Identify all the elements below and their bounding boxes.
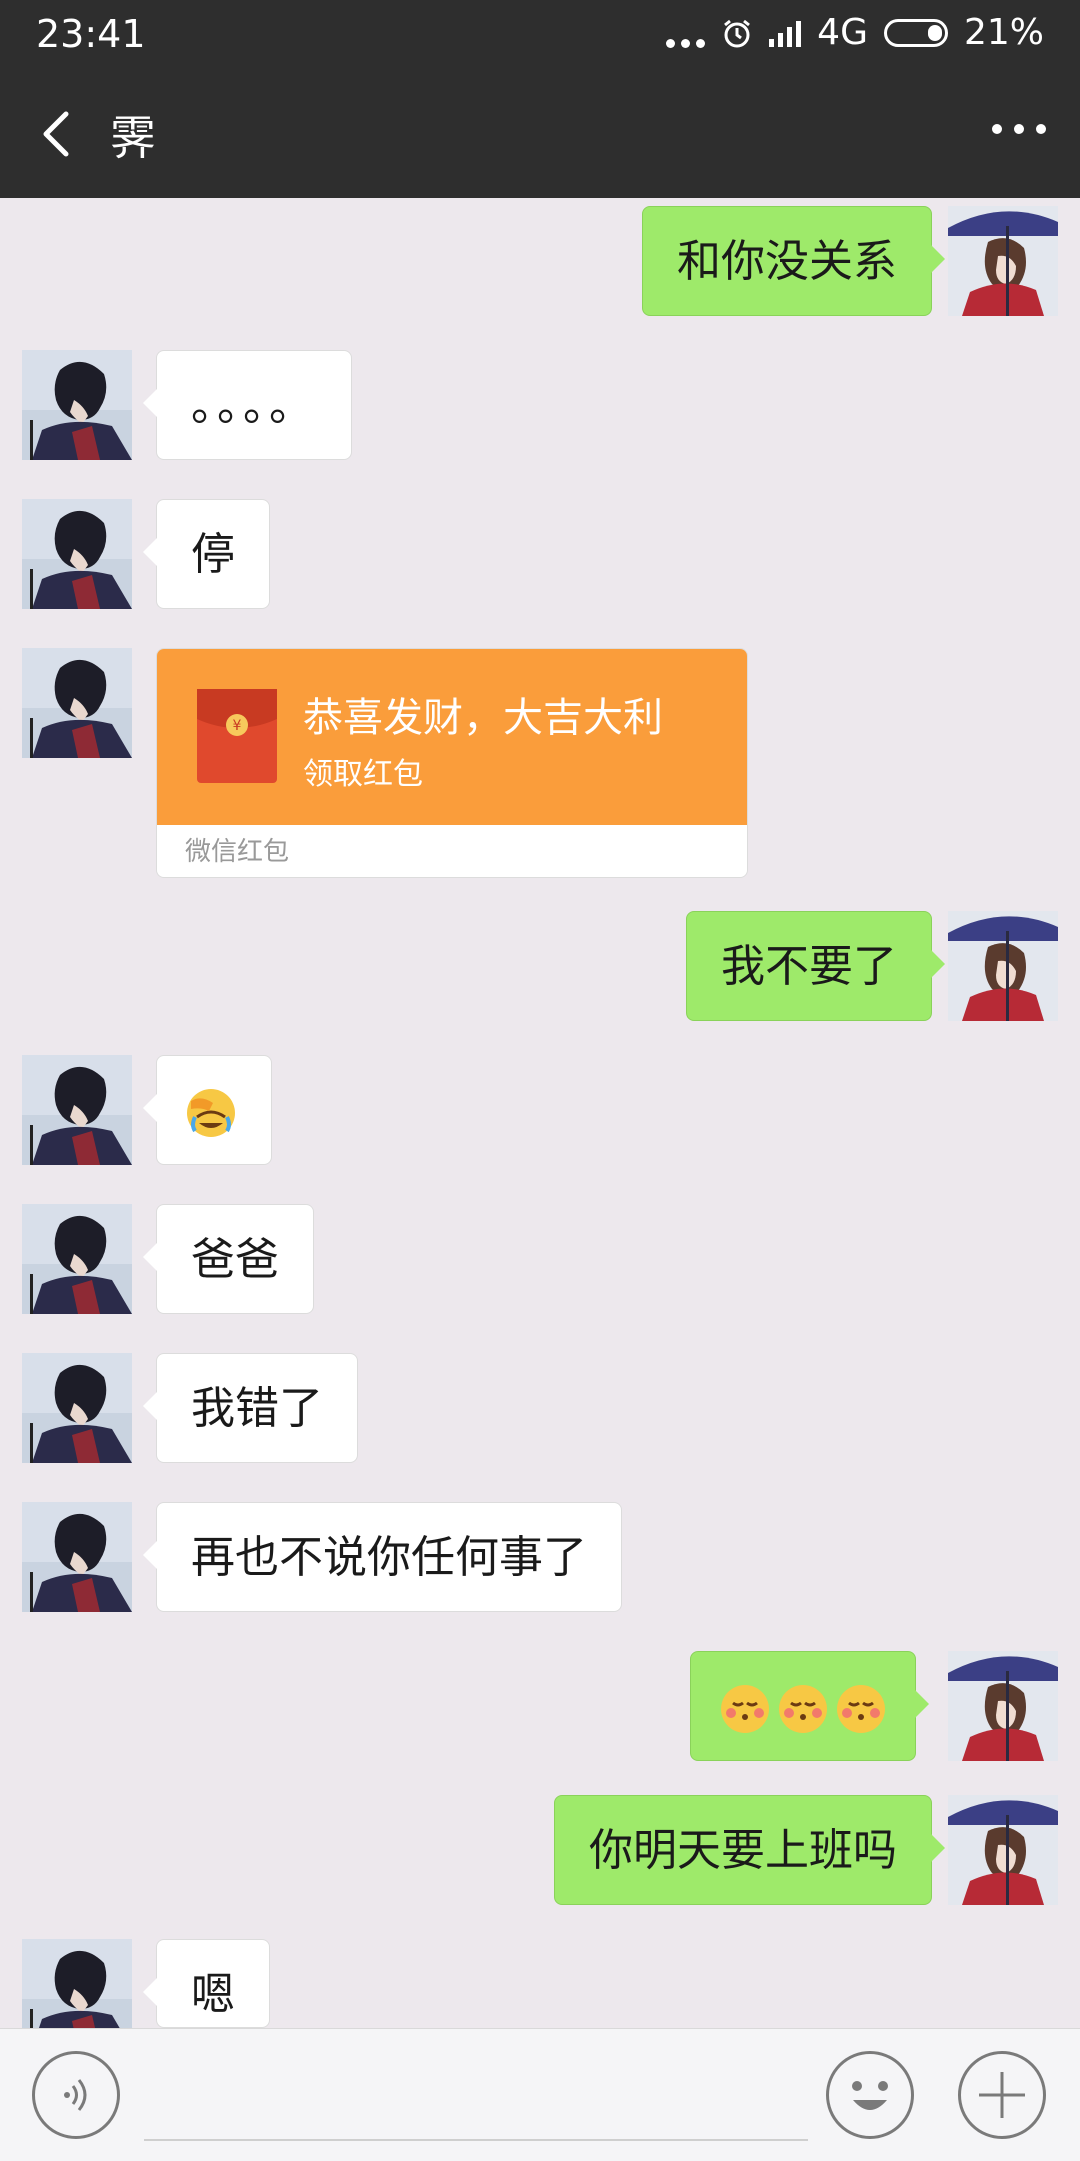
red-packet-card[interactable]: ¥ 恭喜发财，大吉大利 领取红包 微信红包 — [156, 648, 748, 878]
smiley-icon — [852, 2081, 888, 2110]
message-bubble-incoming[interactable]: 我错了 — [143, 1353, 358, 1463]
message-bubble-incoming[interactable]: 再也不说你任何事了 — [143, 1502, 622, 1612]
my-avatar[interactable] — [948, 206, 1058, 316]
contact-avatar[interactable] — [22, 648, 132, 758]
message-bubble-outgoing[interactable]: 你明天要上班吗 — [554, 1795, 945, 1905]
chat-header: 霁 — [0, 68, 1080, 198]
message-bubble-outgoing[interactable] — [690, 1651, 929, 1761]
message-input[interactable] — [144, 2059, 808, 2141]
red-packet-subtitle: 领取红包 — [303, 757, 423, 792]
more-notifications-icon — [666, 18, 706, 48]
more-functions-button[interactable] — [958, 2051, 1046, 2139]
plus-icon — [979, 2072, 1025, 2118]
status-bar: 23:41 4G 21% — [0, 0, 1080, 68]
status-time: 23:41 — [36, 12, 146, 56]
message-bubble-incoming[interactable]: 停 — [143, 499, 270, 609]
battery-icon — [883, 18, 948, 47]
face-palm-crying-emoji — [187, 1089, 235, 1137]
back-arrow-icon[interactable] — [30, 104, 90, 164]
network-label: 4G — [817, 12, 868, 53]
red-envelope-icon: ¥ — [197, 689, 277, 783]
contact-avatar[interactable] — [22, 499, 132, 609]
kissing-face-emoji — [721, 1685, 769, 1733]
message-bubble-incoming[interactable] — [143, 1055, 272, 1165]
kissing-face-emoji — [779, 1685, 827, 1733]
my-avatar[interactable] — [948, 911, 1058, 1021]
my-avatar[interactable] — [948, 1651, 1058, 1761]
signal-icon — [769, 19, 802, 47]
message-bubble-incoming[interactable]: 嗯 — [143, 1939, 270, 2028]
message-bubble-outgoing[interactable]: 和你没关系 — [642, 206, 945, 316]
contact-avatar[interactable] — [22, 1204, 132, 1314]
contact-avatar[interactable] — [22, 1353, 132, 1463]
battery-percent: 21% — [963, 12, 1044, 53]
contact-avatar[interactable] — [22, 1939, 132, 2028]
more-options-icon[interactable] — [992, 124, 1046, 134]
red-packet-body: ¥ 恭喜发财，大吉大利 领取红包 — [157, 649, 747, 825]
red-packet-title: 恭喜发财，大吉大利 — [303, 695, 663, 741]
status-icons: 4G 21% — [666, 12, 1044, 53]
svg-text:¥: ¥ — [233, 718, 242, 734]
voice-icon — [64, 2079, 87, 2111]
input-bar — [0, 2028, 1080, 2161]
message-bubble-incoming[interactable]: 。。。。 — [143, 350, 352, 460]
message-bubble-outgoing[interactable]: 我不要了 — [686, 911, 945, 1021]
red-packet-footer: 微信红包 — [157, 825, 747, 877]
voice-input-button[interactable] — [32, 2051, 120, 2139]
chat-title: 霁 — [110, 111, 156, 165]
contact-avatar[interactable] — [22, 1502, 132, 1612]
alarm-icon — [724, 19, 751, 47]
emoji-button[interactable] — [826, 2051, 914, 2139]
kissing-face-emoji — [837, 1685, 885, 1733]
my-avatar[interactable] — [948, 1795, 1058, 1905]
contact-avatar[interactable] — [22, 1055, 132, 1165]
contact-avatar[interactable] — [22, 350, 132, 460]
message-bubble-incoming[interactable]: 爸爸 — [143, 1204, 314, 1314]
